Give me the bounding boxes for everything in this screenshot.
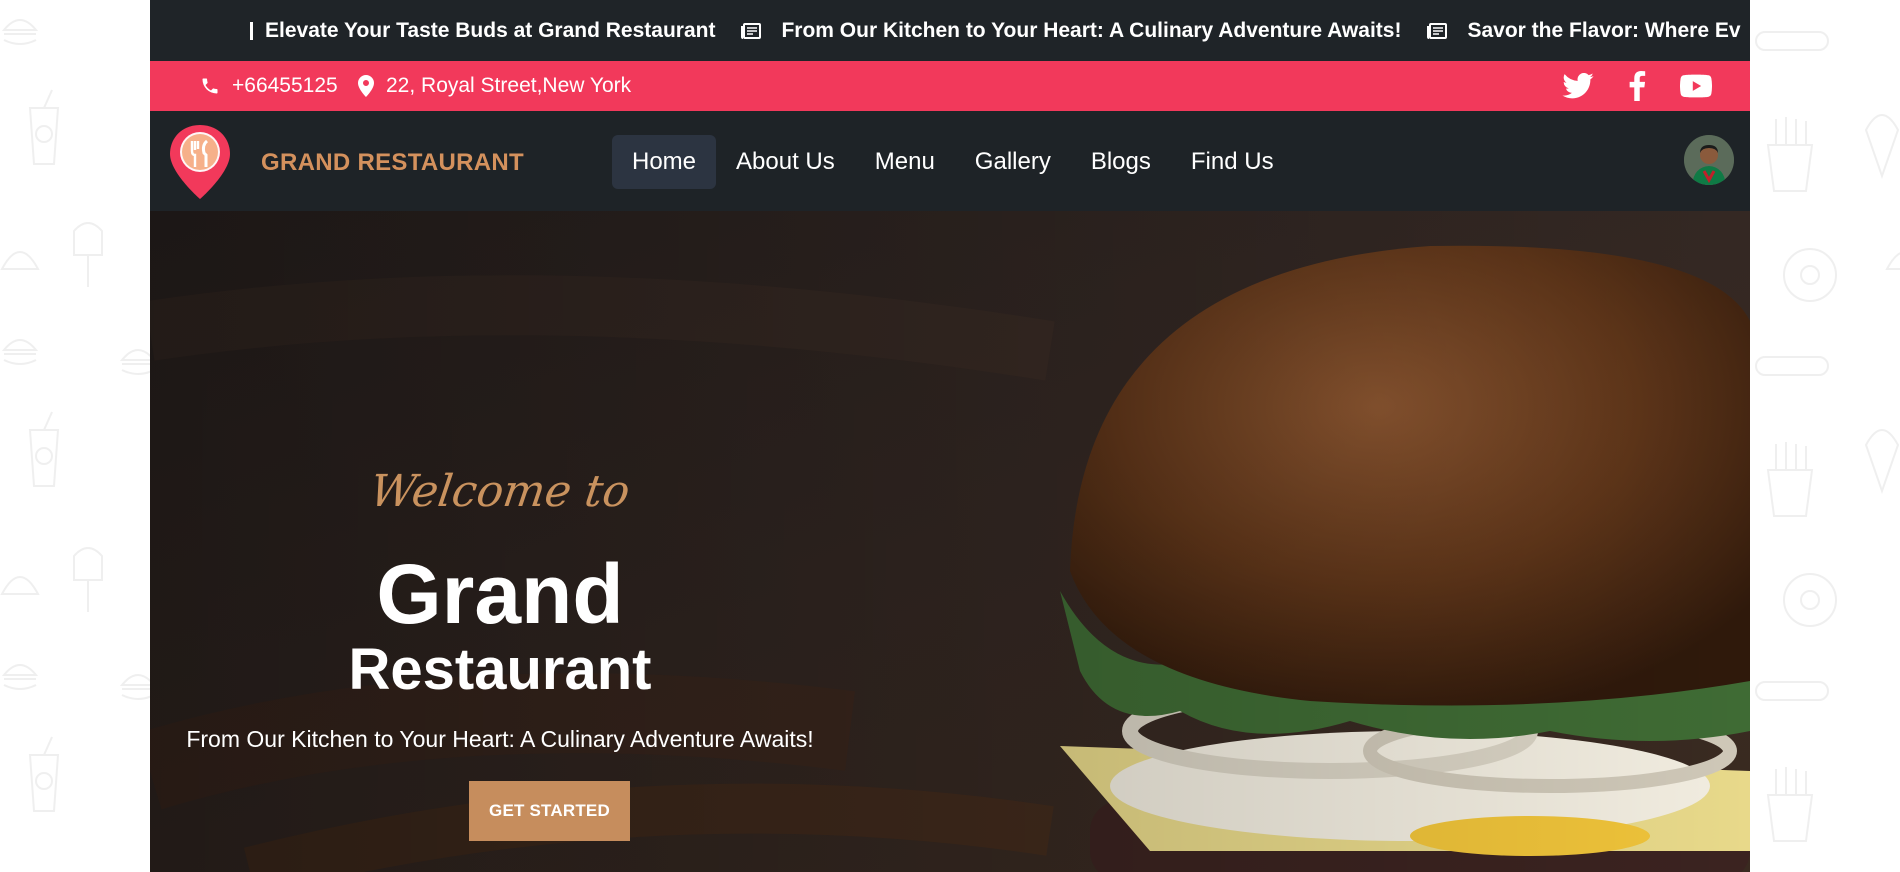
- phone-icon: [202, 78, 218, 94]
- nav-link-find-us[interactable]: Find Us: [1171, 135, 1294, 189]
- site-container: Elevate Your Taste Buds at Grand Restaur…: [150, 0, 1750, 872]
- hero-content: Welcome to Grand Restaurant From Our Kit…: [150, 211, 850, 872]
- popsicle-doodle-icon: [73, 222, 103, 287]
- hotdog-doodle-icon: [1755, 356, 1829, 376]
- burger-doodle-icon: [1, 19, 39, 45]
- brand-name[interactable]: GRAND RESTAURANT: [261, 149, 524, 177]
- ticker-track: Elevate Your Taste Buds at Grand Restaur…: [250, 0, 1750, 61]
- icecream-doodle-icon: [1864, 114, 1900, 180]
- hotdog-doodle-icon: [1755, 31, 1829, 51]
- fries-doodle-icon: [1766, 117, 1814, 192]
- user-avatar[interactable]: [1684, 135, 1734, 185]
- hero-welcome-script: Welcome to: [367, 466, 633, 517]
- burger-doodle-icon: [119, 349, 150, 375]
- burger-doodle-icon: [1, 664, 39, 690]
- ticker-item: Savor the Flavor: Where Ev: [1427, 18, 1741, 43]
- ticker-item-text: Elevate Your Taste Buds at Grand Restaur…: [265, 18, 716, 42]
- nav-link-menu[interactable]: Menu: [855, 135, 955, 189]
- fries-doodle-icon: [1766, 767, 1814, 842]
- hero-title-grand: Grand: [376, 547, 624, 641]
- ticker-item: Elevate Your Taste Buds at Grand Restaur…: [250, 19, 715, 43]
- get-started-button[interactable]: GET STARTED: [469, 781, 630, 841]
- nav-link-gallery[interactable]: Gallery: [955, 135, 1071, 189]
- drink-doodle-icon: [28, 411, 60, 487]
- location-pin-icon: [358, 75, 374, 97]
- phone-number: +66455125: [232, 74, 338, 97]
- social-links: [1562, 71, 1724, 101]
- main-nav: Home About Us Menu Gallery Blogs Find Us: [612, 135, 1294, 189]
- address-text: 22, Royal Street,New York: [386, 74, 632, 97]
- taco-doodle-icon: [0, 251, 40, 270]
- hotdog-doodle-icon: [1755, 681, 1829, 701]
- taco-doodle-icon: [1885, 252, 1900, 270]
- donut-doodle-icon: [1783, 573, 1837, 627]
- main-navbar: GRAND RESTAURANT Home About Us Menu Gall…: [150, 111, 1750, 211]
- youtube-icon[interactable]: [1680, 74, 1724, 98]
- ticker-item-text: Savor the Flavor: Where Ev: [1467, 18, 1741, 42]
- donut-doodle-icon: [1783, 248, 1837, 302]
- facebook-icon[interactable]: [1628, 71, 1658, 101]
- icecream-doodle-icon: [1864, 429, 1900, 495]
- newspaper-icon: [1427, 22, 1448, 39]
- burger-doodle-icon: [119, 674, 150, 700]
- ticker-item: From Our Kitchen to Your Heart: A Culina…: [741, 19, 1401, 43]
- hero-title-restaurant: Restaurant: [348, 637, 652, 702]
- newspaper-icon: [741, 22, 762, 39]
- hero-tagline: From Our Kitchen to Your Heart: A Culina…: [186, 726, 814, 752]
- ticker-item-text: From Our Kitchen to Your Heart: A Culina…: [781, 18, 1402, 42]
- nav-link-about-us[interactable]: About Us: [716, 135, 855, 189]
- restaurant-logo-icon[interactable]: [168, 123, 232, 206]
- phone-contact[interactable]: +66455125: [200, 74, 338, 98]
- fries-doodle-icon: [1766, 442, 1814, 517]
- burger-doodle-icon: [1, 339, 39, 365]
- nav-link-home[interactable]: Home: [612, 135, 717, 189]
- nav-link-blogs[interactable]: Blogs: [1071, 135, 1171, 189]
- popsicle-doodle-icon: [73, 547, 103, 612]
- contact-bar: +66455125 22, Royal Street,New York: [150, 61, 1750, 111]
- news-ticker: Elevate Your Taste Buds at Grand Restaur…: [150, 0, 1750, 61]
- address-contact[interactable]: 22, Royal Street,New York: [358, 74, 631, 98]
- drink-doodle-icon: [28, 89, 60, 165]
- drink-doodle-icon: [28, 736, 60, 812]
- ticker-separator: [250, 21, 253, 40]
- twitter-icon[interactable]: [1562, 73, 1606, 99]
- hero-section: Welcome to Grand Restaurant From Our Kit…: [150, 211, 1750, 872]
- taco-doodle-icon: [0, 576, 40, 595]
